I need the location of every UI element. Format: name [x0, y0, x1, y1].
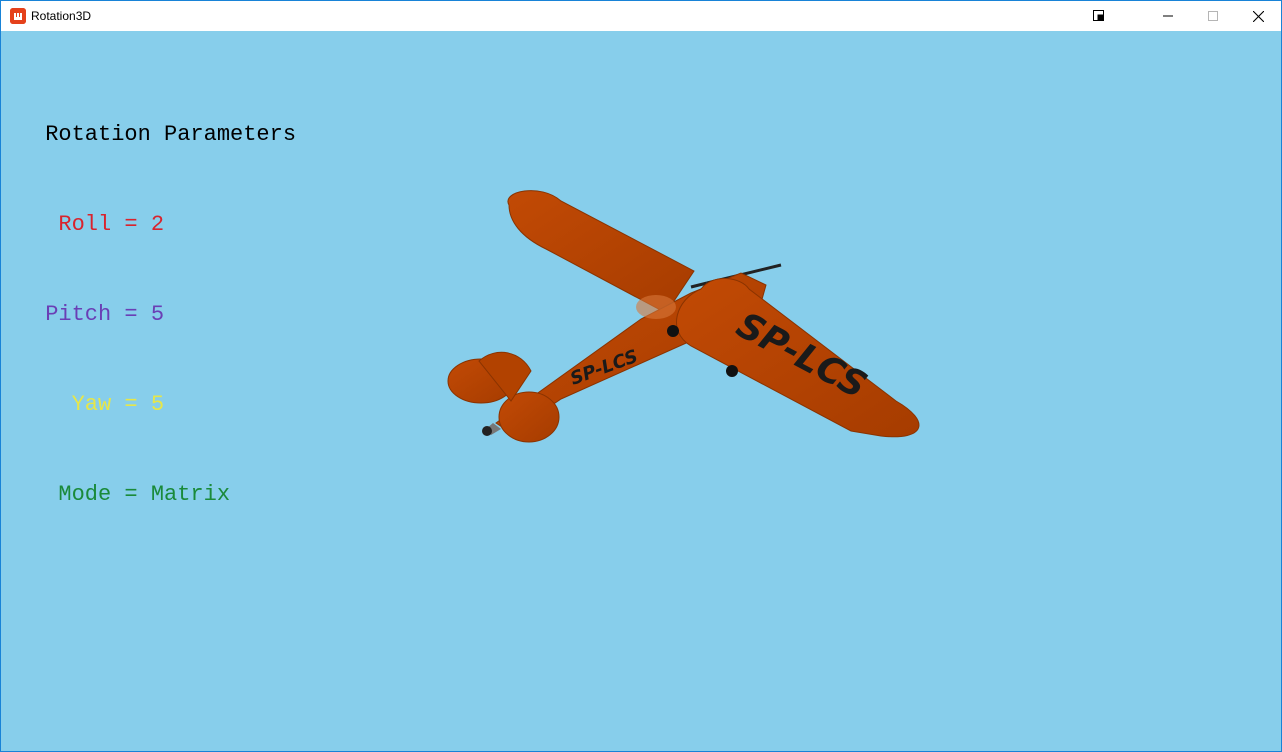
- main-wheel-left: [667, 325, 679, 337]
- left-wing: [507, 190, 695, 314]
- minimize-icon: [1163, 11, 1173, 21]
- main-wheel-right: [726, 365, 738, 377]
- snap-layout-button[interactable]: [1076, 1, 1122, 31]
- window-title: Rotation3D: [31, 9, 92, 23]
- title-bar[interactable]: Rotation3D: [1, 1, 1281, 31]
- close-button[interactable]: [1235, 1, 1281, 31]
- tail: [447, 351, 560, 443]
- minimize-button[interactable]: [1145, 1, 1191, 31]
- app-window: Rotation3D Rotation Parameters Roll = 2 …: [0, 0, 1282, 752]
- close-icon: [1252, 10, 1264, 22]
- maximize-button[interactable]: [1190, 1, 1236, 31]
- cockpit-window: [636, 295, 676, 319]
- monogame-app-icon[interactable]: [10, 8, 26, 24]
- tail-wheel: [482, 426, 492, 436]
- render-viewport[interactable]: Rotation Parameters Roll = 2 Pitch = 5 Y…: [1, 31, 1281, 751]
- airplane-model: SP-LCS SP-LCS: [447, 190, 920, 443]
- maximize-icon: [1208, 11, 1218, 21]
- snap-layout-icon: [1093, 10, 1105, 22]
